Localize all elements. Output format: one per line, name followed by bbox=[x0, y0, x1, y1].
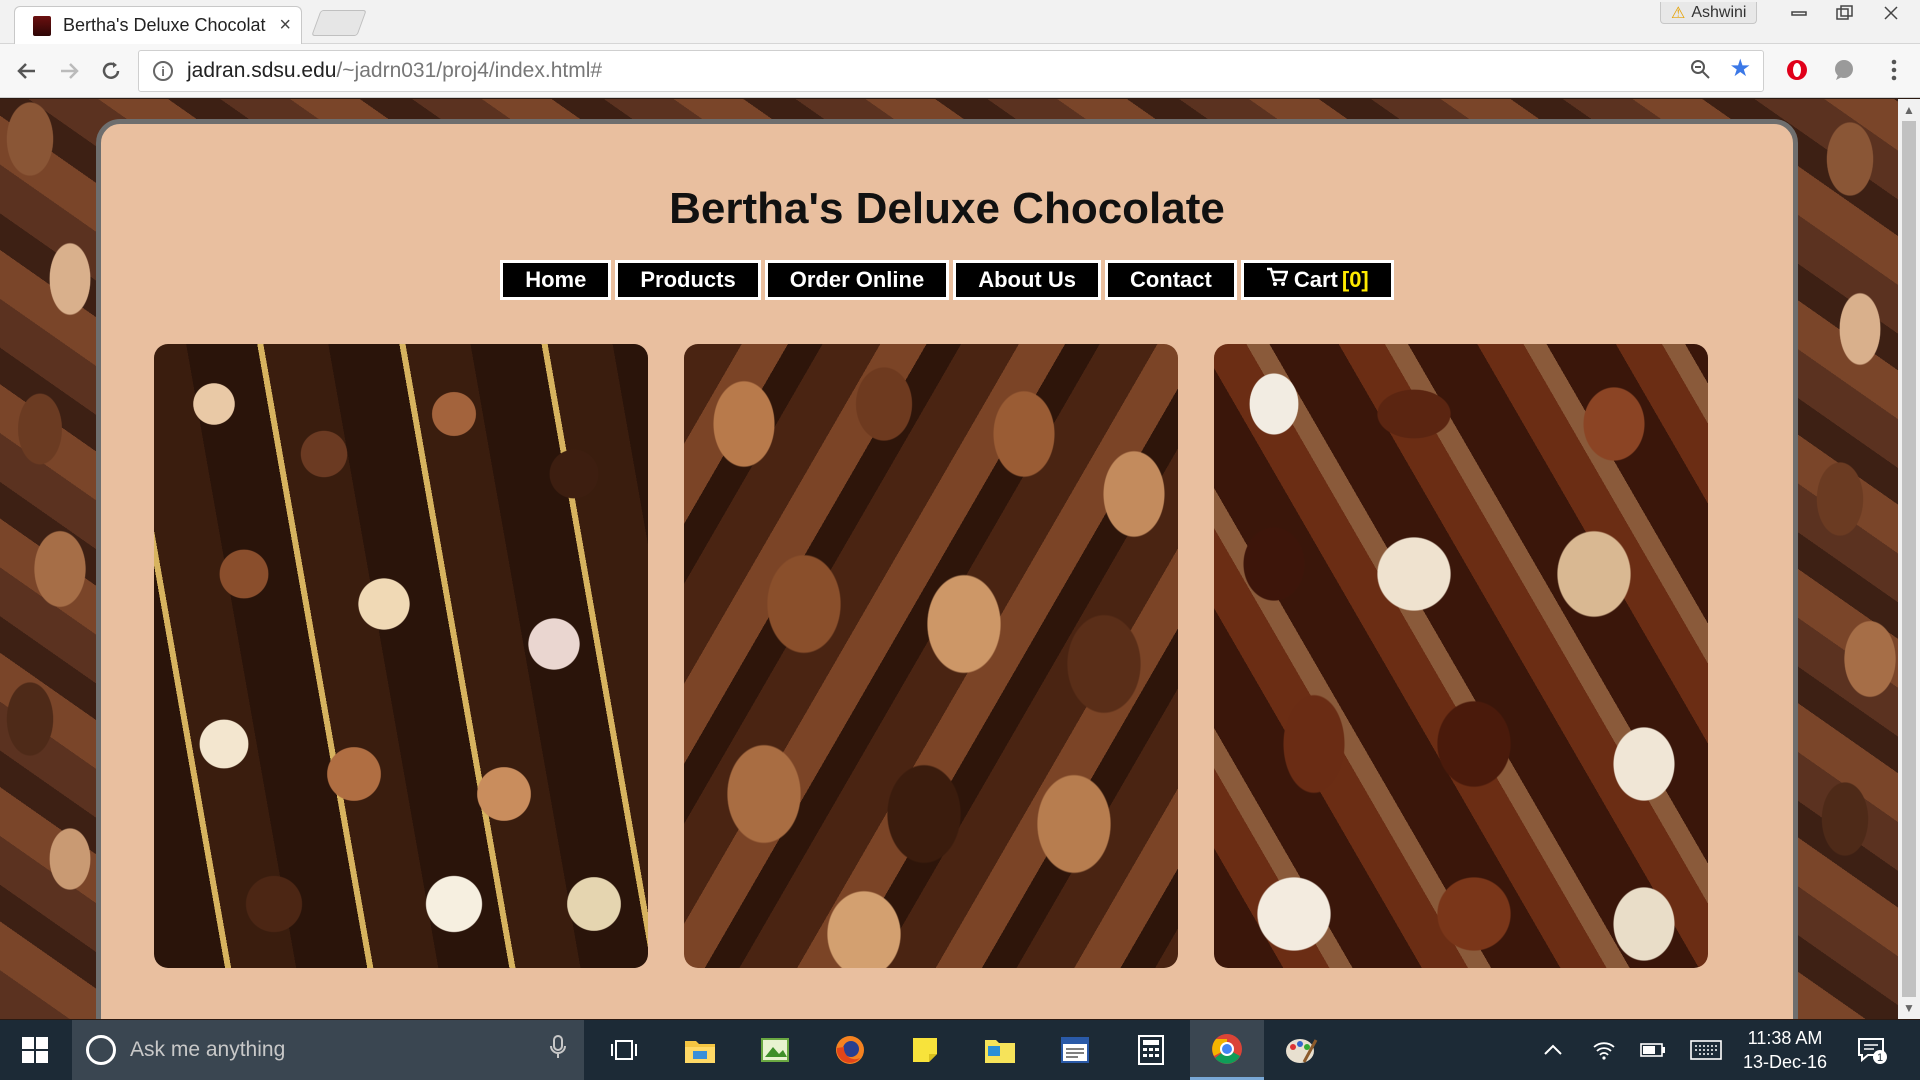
warning-icon: ⚠ bbox=[1671, 4, 1686, 22]
page-background: Bertha's Deluxe Chocolate Home Products … bbox=[0, 99, 1898, 1019]
tab-title: Bertha's Deluxe Chocolat bbox=[63, 15, 266, 35]
back-arrow-icon[interactable] bbox=[12, 56, 42, 86]
nav-cart[interactable]: Cart [0] bbox=[1240, 260, 1394, 300]
scroll-up-icon[interactable]: ▲ bbox=[1903, 103, 1915, 117]
browser-tab-bar: Bertha's Deluxe Chocolat × ⚠ Ashwini bbox=[0, 0, 1920, 44]
main-container: Bertha's Deluxe Chocolate Home Products … bbox=[96, 119, 1798, 1019]
action-center-icon[interactable]: 1 bbox=[1856, 1020, 1888, 1080]
cart-count: [0] bbox=[1341, 267, 1369, 292]
window-controls bbox=[1776, 0, 1914, 26]
new-tab-button[interactable] bbox=[311, 10, 367, 36]
show-hidden-icons[interactable] bbox=[1543, 1020, 1563, 1080]
info-icon[interactable]: i bbox=[153, 61, 173, 81]
microphone-icon[interactable] bbox=[550, 1035, 566, 1065]
search-placeholder: Ask me anything bbox=[130, 1038, 286, 1061]
keyboard-icon[interactable] bbox=[1690, 1020, 1722, 1080]
system-clock[interactable]: 11:38 AM 13-Dec-16 bbox=[1730, 1026, 1840, 1074]
paint-icon[interactable] bbox=[1281, 1030, 1321, 1070]
chocolate-photo-1 bbox=[154, 344, 648, 968]
browser-tab[interactable]: Bertha's Deluxe Chocolat × bbox=[14, 6, 302, 44]
chrome-icon[interactable] bbox=[1190, 1020, 1264, 1080]
windows-taskbar: Ask me anything 11:38 AM 13-Dec-16 1 bbox=[0, 1020, 1920, 1080]
task-view-icon[interactable] bbox=[604, 1030, 644, 1070]
clock-time: 11:38 AM bbox=[1747, 1028, 1823, 1048]
opera-extension-icon[interactable] bbox=[1783, 56, 1811, 84]
file-explorer-icon[interactable] bbox=[680, 1030, 720, 1070]
calculator-icon[interactable] bbox=[1131, 1030, 1171, 1070]
start-button[interactable] bbox=[0, 1020, 70, 1080]
cart-label: Cart bbox=[1293, 267, 1338, 292]
chocolate-photo-2 bbox=[684, 344, 1178, 968]
nav-products[interactable]: Products bbox=[615, 260, 761, 300]
page-scrollbar[interactable]: ▲ ▼ bbox=[1898, 99, 1920, 1019]
wifi-icon[interactable] bbox=[1592, 1020, 1616, 1080]
cart-icon bbox=[1266, 267, 1289, 293]
scroll-thumb[interactable] bbox=[1902, 121, 1916, 997]
windows-logo-icon bbox=[22, 1037, 48, 1063]
forward-arrow-icon[interactable] bbox=[54, 56, 84, 86]
url-text: jadran.sdsu.edu/~jadrn031/proj4/index.ht… bbox=[187, 59, 603, 82]
profile-badge[interactable]: ⚠ Ashwini bbox=[1660, 2, 1758, 24]
window-app-icon[interactable] bbox=[1055, 1030, 1095, 1070]
site-title: Bertha's Deluxe Chocolate bbox=[669, 184, 1225, 233]
bookmark-star-icon[interactable]: ★ bbox=[1729, 57, 1751, 86]
site-favicon-icon bbox=[33, 15, 51, 36]
nav-order-online[interactable]: Order Online bbox=[764, 260, 950, 300]
browser-toolbar: i jadran.sdsu.edu/~jadrn031/proj4/index.… bbox=[0, 44, 1920, 98]
menu-kebab-icon[interactable] bbox=[1880, 56, 1908, 84]
nav-contact[interactable]: Contact bbox=[1104, 260, 1237, 300]
photo-app-icon[interactable] bbox=[755, 1030, 795, 1070]
folder-map-icon[interactable] bbox=[980, 1030, 1020, 1070]
close-window-icon[interactable] bbox=[1868, 0, 1914, 26]
notification-count: 1 bbox=[1877, 1052, 1883, 1064]
sticky-notes-icon[interactable] bbox=[905, 1030, 945, 1070]
profile-name: Ashwini bbox=[1691, 3, 1747, 21]
cortana-icon bbox=[86, 1035, 116, 1065]
cortana-search-box[interactable]: Ask me anything bbox=[72, 1020, 584, 1080]
restore-icon[interactable] bbox=[1822, 0, 1868, 26]
zoom-icon[interactable] bbox=[1689, 58, 1711, 86]
clock-date: 13-Dec-16 bbox=[1742, 1052, 1828, 1072]
minimize-icon[interactable] bbox=[1776, 0, 1822, 26]
nav-home[interactable]: Home bbox=[500, 260, 612, 300]
address-bar[interactable]: i jadran.sdsu.edu/~jadrn031/proj4/index.… bbox=[138, 50, 1764, 92]
firefox-icon[interactable] bbox=[830, 1030, 870, 1070]
nav-about-us[interactable]: About Us bbox=[953, 260, 1101, 300]
chat-extension-icon[interactable] bbox=[1830, 56, 1858, 84]
scroll-down-icon[interactable]: ▼ bbox=[1903, 1001, 1915, 1015]
battery-icon[interactable] bbox=[1640, 1020, 1666, 1080]
site-nav: Home Products Order Online About Us Cont… bbox=[101, 260, 1793, 300]
reload-icon[interactable] bbox=[96, 56, 126, 86]
chocolate-photo-3 bbox=[1214, 344, 1708, 968]
tab-close-icon[interactable]: × bbox=[279, 14, 291, 37]
